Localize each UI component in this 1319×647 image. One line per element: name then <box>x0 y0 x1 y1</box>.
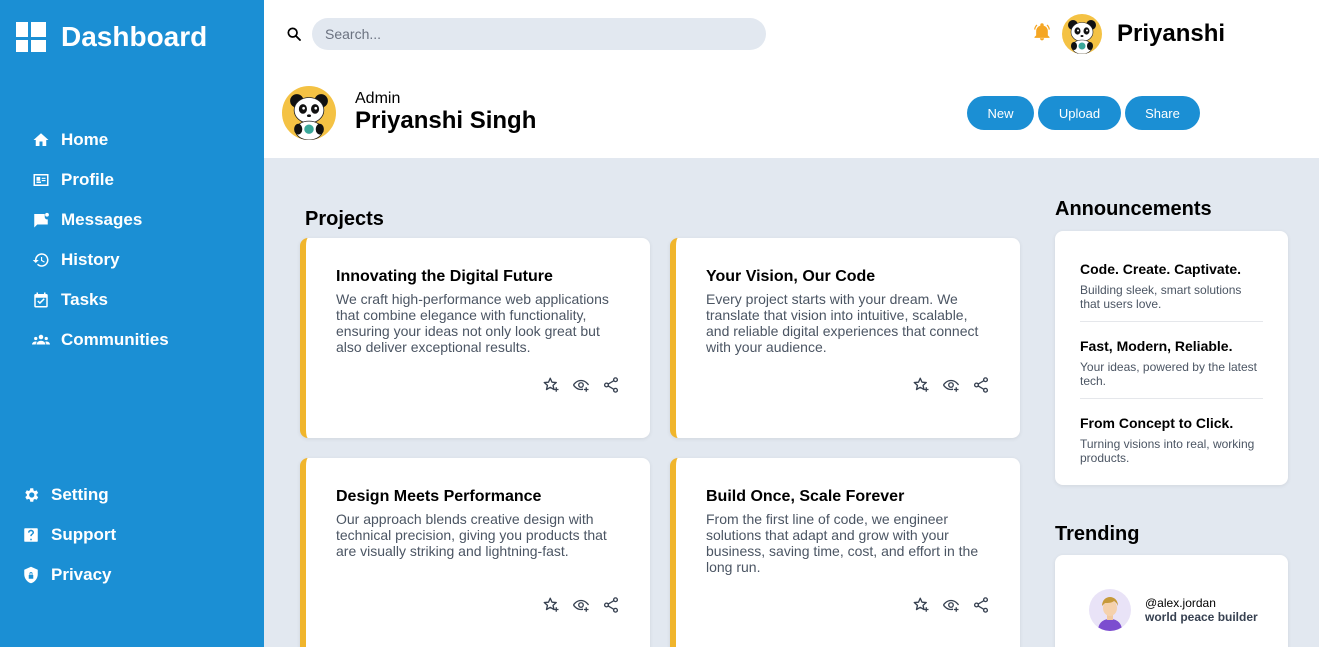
card-actions <box>542 596 620 614</box>
project-card-title: Design Meets Performance <box>336 488 542 505</box>
view-icon[interactable] <box>942 376 960 394</box>
project-card-desc: From the first line of code, we engineer… <box>706 511 979 575</box>
trending-desc: world peace builder <box>1145 610 1258 624</box>
announcement-title: From Concept to Click. <box>1080 415 1234 431</box>
message-icon <box>34 212 49 228</box>
sidebar: Dashboard Home Profile Messages History … <box>0 0 264 647</box>
project-card-desc: Every project starts with your dream. We… <box>706 291 979 355</box>
card-actions <box>912 376 990 394</box>
project-card-title: Your Vision, Our Code <box>706 268 876 285</box>
sidebar-item-tasks[interactable]: Tasks <box>32 280 169 320</box>
avatar[interactable] <box>1089 589 1131 631</box>
sidebar-item-privacy[interactable]: Privacy <box>22 555 116 595</box>
project-card[interactable]: Innovating the Digital Future We craft h… <box>300 238 650 438</box>
sidebar-item-label: Privacy <box>51 565 112 584</box>
announcement-title: Fast, Modern, Reliable. <box>1080 338 1233 354</box>
view-icon[interactable] <box>572 596 590 614</box>
brand-title: Dashboard <box>61 21 208 52</box>
trending-handle[interactable]: @alex.jordan <box>1145 596 1216 610</box>
profile-role: Admin <box>355 90 401 107</box>
sidebar-item-home[interactable]: Home <box>32 120 169 160</box>
announcement-item[interactable]: Code. Create. Captivate. Building sleek,… <box>1080 231 1263 322</box>
person-avatar-icon <box>1098 597 1122 631</box>
star-icon[interactable] <box>912 596 930 614</box>
header: Priyanshi Admin Priyanshi Singh New Uplo… <box>264 0 1319 158</box>
sidebar-item-label: Tasks <box>61 290 108 309</box>
sidebar-item-communities[interactable]: Communities <box>32 320 169 360</box>
announcement-text: Your ideas, powered by the latest tech. <box>1080 360 1258 388</box>
project-card[interactable]: Design Meets Performance Our approach bl… <box>300 458 650 647</box>
home-icon <box>33 133 49 146</box>
sidebar-item-support[interactable]: Support <box>22 515 116 555</box>
announcements-title: Announcements <box>1055 198 1212 220</box>
profile-avatar <box>282 86 336 140</box>
project-card[interactable]: Build Once, Scale Forever From the first… <box>670 458 1020 647</box>
search-input[interactable] <box>312 18 766 50</box>
trending-panel: @alex.jordan world peace builder <box>1055 555 1288 647</box>
card-actions <box>542 376 620 394</box>
id-card-icon <box>33 174 49 186</box>
project-card-title: Build Once, Scale Forever <box>706 488 905 505</box>
announcement-item[interactable]: Fast, Modern, Reliable. Your ideas, powe… <box>1080 322 1263 399</box>
panda-avatar-icon <box>290 94 328 140</box>
sidebar-item-history[interactable]: History <box>32 240 169 280</box>
sidebar-item-profile[interactable]: Profile <box>32 160 169 200</box>
announcement-item[interactable]: From Concept to Click. Turning visions i… <box>1080 399 1263 475</box>
project-card-title: Innovating the Digital Future <box>336 268 553 285</box>
sidebar-item-label: Profile <box>61 170 114 189</box>
share-button[interactable]: Share <box>1125 96 1200 130</box>
profile-name: Priyanshi Singh <box>355 107 537 134</box>
share-icon[interactable] <box>602 596 620 614</box>
sidebar-item-label: History <box>61 250 120 269</box>
project-card-desc: Our approach blends creative design with… <box>336 511 607 559</box>
panda-avatar-icon <box>1068 20 1096 54</box>
header-username[interactable]: Priyanshi <box>1117 20 1225 48</box>
sidebar-item-label: Messages <box>61 210 143 229</box>
people-icon <box>32 334 50 345</box>
help-icon <box>24 528 38 542</box>
view-icon[interactable] <box>942 596 960 614</box>
star-icon[interactable] <box>912 376 930 394</box>
new-button[interactable]: New <box>967 96 1034 130</box>
announcement-text: Building sleek, smart solutions that use… <box>1080 283 1242 311</box>
sidebar-item-label: Setting <box>51 485 109 504</box>
avatar[interactable] <box>1062 14 1102 54</box>
dashboard-icon <box>16 22 46 52</box>
sidebar-item-setting[interactable]: Setting <box>22 475 116 515</box>
trending-title: Trending <box>1055 523 1140 545</box>
sidebar-nav: Home Profile Messages History Tasks Comm… <box>32 120 169 360</box>
history-icon <box>32 253 49 267</box>
upload-button[interactable]: Upload <box>1038 96 1121 130</box>
card-actions <box>912 596 990 614</box>
announcement-title: Code. Create. Captivate. <box>1080 261 1242 277</box>
projects-title: Projects <box>305 208 384 230</box>
share-icon[interactable] <box>972 596 990 614</box>
bell-icon[interactable] <box>1032 22 1052 42</box>
sidebar-bottom-nav: Setting Support Privacy <box>22 475 116 595</box>
announcement-text: Turning visions into real, working produ… <box>1080 437 1255 465</box>
share-icon[interactable] <box>602 376 620 394</box>
header-actions: New Upload Share <box>967 96 1200 130</box>
tasks-icon <box>34 292 48 308</box>
sidebar-item-label: Communities <box>61 330 169 349</box>
announcements-panel: Code. Create. Captivate. Building sleek,… <box>1055 231 1288 485</box>
gear-icon <box>25 488 39 502</box>
search-icon[interactable] <box>286 26 302 42</box>
shield-icon <box>24 566 38 584</box>
project-card-desc: We craft high-performance web applicatio… <box>336 291 609 355</box>
star-icon[interactable] <box>542 596 560 614</box>
view-icon[interactable] <box>572 376 590 394</box>
sidebar-item-label: Support <box>51 525 117 544</box>
brand[interactable]: Dashboard <box>16 22 207 52</box>
sidebar-item-messages[interactable]: Messages <box>32 200 169 240</box>
share-icon[interactable] <box>972 376 990 394</box>
sidebar-item-label: Home <box>61 130 109 149</box>
star-icon[interactable] <box>542 376 560 394</box>
project-card[interactable]: Your Vision, Our Code Every project star… <box>670 238 1020 438</box>
